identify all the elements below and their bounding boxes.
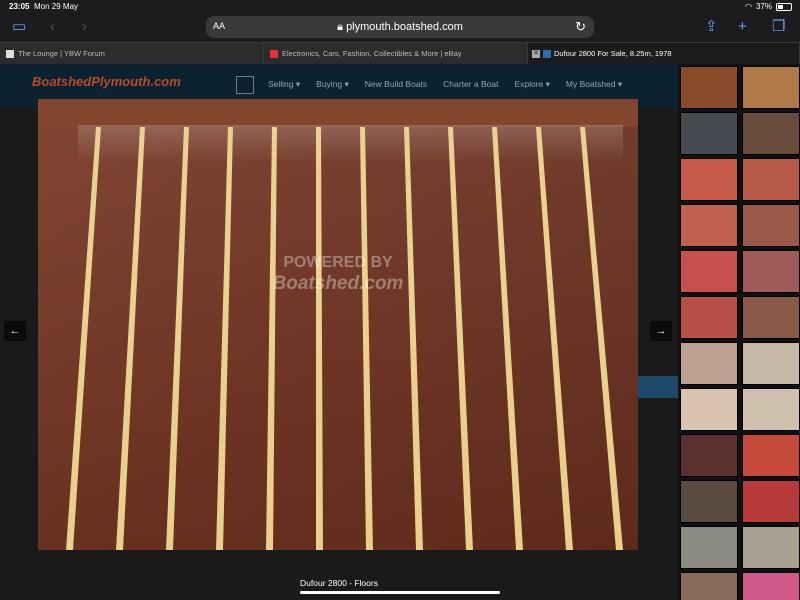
status-bar: 23:05 Mon 29 May ◠ 37% xyxy=(0,0,800,14)
gallery-thumbnail[interactable] xyxy=(742,388,800,431)
gallery-thumbnail[interactable] xyxy=(742,296,800,339)
home-indicator xyxy=(300,591,500,594)
gallery-thumbnail[interactable] xyxy=(680,480,738,523)
watermark-line1: POWERED BY xyxy=(283,254,393,271)
status-time: 23:05 xyxy=(9,2,30,11)
photo-caption: Dufour 2800 - Floors xyxy=(300,578,378,588)
next-photo-button[interactable]: → xyxy=(650,321,672,341)
prev-photo-button[interactable]: ← xyxy=(4,321,26,341)
floor-image: POWERED BY Boatshed.com xyxy=(38,99,638,550)
tabs-overview-icon[interactable]: ❐ xyxy=(772,18,785,36)
browser-toolbar: ▭ ‹ › AA 🔒︎ plymouth.boatshed.com ↻ ⇪ + … xyxy=(0,14,800,42)
nav-selling[interactable]: Selling ▾ xyxy=(268,79,300,90)
gallery-thumbnail[interactable] xyxy=(742,66,800,109)
gallery-thumbnail[interactable] xyxy=(742,480,800,523)
watermark-line2: Boatshed.com xyxy=(273,273,404,294)
tab-boatshed[interactable]: ✕ Dufour 2800 For Sale, 8.25m, 1978 xyxy=(528,43,800,64)
gallery-thumbnail[interactable] xyxy=(680,434,738,477)
sidebar-icon[interactable]: ▭ xyxy=(12,18,26,36)
nav-new-build[interactable]: New Build Boats xyxy=(365,79,427,90)
gallery-thumbnail[interactable] xyxy=(680,296,738,339)
status-right: ◠ 37% xyxy=(745,2,792,11)
url-value: plymouth.boatshed.com xyxy=(346,21,463,33)
tab-ebay[interactable]: Electronics, Cars, Fashion, Collectibles… xyxy=(264,43,528,64)
nav-buying[interactable]: Buying ▾ xyxy=(316,79,349,90)
site-logo[interactable]: BoatshedPlymouth.com xyxy=(32,74,181,89)
reload-icon[interactable]: ↻ xyxy=(575,19,586,35)
forward-icon[interactable]: › xyxy=(82,18,87,36)
wifi-icon: ◠ xyxy=(745,2,752,11)
gallery-thumbnail[interactable] xyxy=(742,342,800,385)
site-search-icon[interactable] xyxy=(236,76,254,94)
lock-icon: 🔒︎ xyxy=(337,21,343,33)
thumbnail-strip xyxy=(678,64,800,600)
gallery-thumbnail[interactable] xyxy=(680,158,738,201)
tab-title: Dufour 2800 For Sale, 8.25m, 1978 xyxy=(554,49,672,58)
gallery-thumbnail[interactable] xyxy=(742,112,800,155)
lightbox-photo: POWERED BY Boatshed.com xyxy=(38,99,638,550)
gallery-thumbnail[interactable] xyxy=(680,342,738,385)
nav-charter[interactable]: Charter a Boat xyxy=(443,79,498,90)
tab-ybw[interactable]: The Lounge | YBW Forum xyxy=(0,43,264,64)
favicon-boatshed-icon xyxy=(543,50,551,58)
favicon-ybw-icon xyxy=(6,50,14,58)
gallery-thumbnail[interactable] xyxy=(680,388,738,431)
address-bar[interactable]: AA 🔒︎ plymouth.boatshed.com ↻ xyxy=(206,16,594,38)
gallery-thumbnail[interactable] xyxy=(680,250,738,293)
gallery-thumbnail[interactable] xyxy=(680,204,738,247)
tab-title: Electronics, Cars, Fashion, Collectibles… xyxy=(282,49,462,58)
gallery-thumbnail[interactable] xyxy=(680,112,738,155)
gallery-thumbnail[interactable] xyxy=(742,204,800,247)
back-icon[interactable]: ‹ xyxy=(50,18,55,36)
gallery-thumbnail[interactable] xyxy=(742,434,800,477)
tab-title: The Lounge | YBW Forum xyxy=(18,49,105,58)
gallery-thumbnail[interactable] xyxy=(680,66,738,109)
new-tab-icon[interactable]: + xyxy=(738,18,747,36)
gallery-thumbnail[interactable] xyxy=(680,572,738,600)
nav-explore[interactable]: Explore ▾ xyxy=(514,79,549,90)
url-text: 🔒︎ plymouth.boatshed.com xyxy=(206,21,594,34)
gallery-thumbnail[interactable] xyxy=(742,158,800,201)
gallery-thumbnail[interactable] xyxy=(742,526,800,569)
tab-close-icon[interactable]: ✕ xyxy=(532,50,540,58)
tab-bar: The Lounge | YBW Forum Electronics, Cars… xyxy=(0,42,800,64)
gallery-thumbnail[interactable] xyxy=(680,526,738,569)
battery-icon xyxy=(776,2,792,11)
share-icon[interactable]: ⇪ xyxy=(705,18,718,36)
nav-my-boatshed[interactable]: My Boatshed ▾ xyxy=(566,79,622,90)
site-nav-items: Selling ▾ Buying ▾ New Build Boats Chart… xyxy=(268,79,622,90)
battery-percent: 37% xyxy=(755,2,772,11)
status-date: Mon 29 May xyxy=(34,2,79,11)
gallery-thumbnail[interactable] xyxy=(742,572,800,600)
gallery-thumbnail[interactable] xyxy=(742,250,800,293)
site-details-button xyxy=(636,376,678,398)
favicon-ebay-icon xyxy=(270,50,278,58)
